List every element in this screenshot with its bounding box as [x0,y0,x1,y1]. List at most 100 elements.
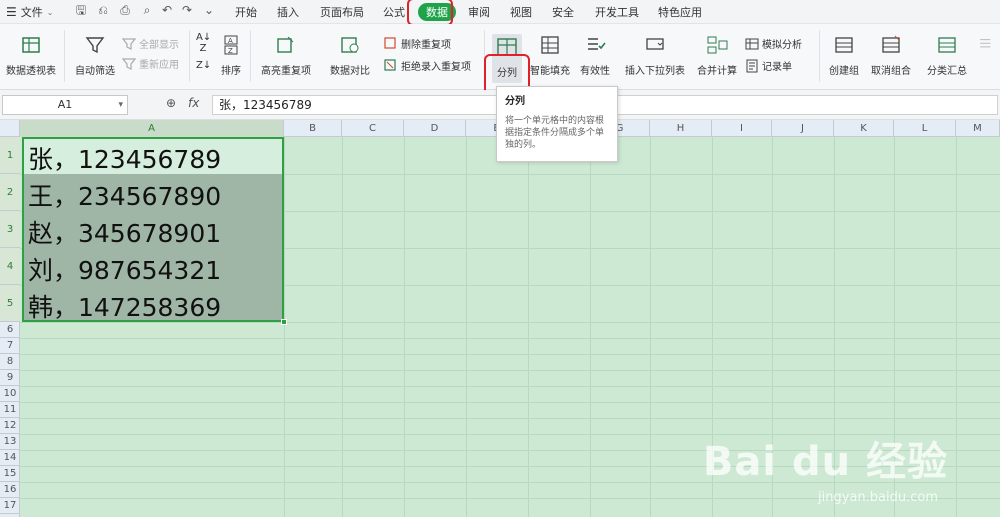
brush-icon[interactable]: ⎌ [96,3,110,17]
column-header-k[interactable]: K [834,120,894,137]
ribbon-separator [250,30,251,82]
menu-bar: ☰ 文件 ⌄ 🖫 ⎌ ⎙ ⌕ ↶ ↷ ⌄ 开始 插入 页面布局 公式 数据 审阅… [0,0,1000,24]
tab-data[interactable]: 数据 [418,3,456,21]
column-header-h[interactable]: H [650,120,712,137]
row-header[interactable]: 10 [0,386,20,402]
save-icon[interactable]: 🖫 [74,3,88,17]
fill-handle[interactable] [281,319,287,325]
name-box[interactable]: A1 ▾ [2,95,128,115]
cell-a5[interactable]: 韩，147258369 [28,288,221,324]
column-header-a[interactable]: A [20,120,284,137]
watermark-logo: Bai du 经验 [702,439,948,485]
row-header[interactable]: 11 [0,402,20,418]
tab-review[interactable]: 审阅 [468,4,490,20]
undo-icon[interactable]: ↶ [160,3,174,17]
row-header[interactable]: 1 [0,137,20,174]
tab-insert[interactable]: 插入 [277,4,299,20]
cell-a1[interactable]: 张，123456789 [28,140,221,176]
row-header[interactable]: 2 [0,174,20,211]
split-column-button[interactable]: 分列 [492,34,522,83]
row-header[interactable]: 4 [0,248,20,285]
gridline [20,354,1000,355]
sort-button[interactable]: AZ 排序 [216,34,246,77]
validity-button[interactable]: 有效性 [576,34,614,77]
tab-security[interactable]: 安全 [552,4,574,20]
highlight-duplicates-icon [277,36,294,53]
select-all-corner[interactable] [0,120,20,137]
column-header-i[interactable]: I [712,120,772,137]
row-header[interactable]: 15 [0,466,20,482]
pivot-table-icon [22,37,40,53]
gridline [404,137,405,517]
show-all-button[interactable]: 全部显示 [122,36,179,51]
reject-duplicates-icon [384,58,396,71]
tab-page-layout[interactable]: 页面布局 [320,4,364,20]
chevron-down-icon[interactable]: ▾ [118,96,123,114]
remove-duplicates-button[interactable]: 删除重复项 [384,36,451,51]
column-header-c[interactable]: C [342,120,404,137]
create-group-icon [835,37,853,53]
ribbon-separator [64,30,65,82]
merge-calculate-button[interactable]: 合并计算 [694,34,740,77]
smart-fill-icon [541,36,559,54]
print-icon[interactable]: ⎙ [118,3,132,17]
subtotal-button[interactable]: 分类汇总 [924,34,970,77]
reapply-button[interactable]: 重新应用 [122,56,179,71]
create-group-button[interactable]: 创建组 [826,34,862,77]
row-header[interactable]: 3 [0,211,20,248]
row-header[interactable]: 14 [0,450,20,466]
file-menu[interactable]: ☰ 文件 ⌄ [6,4,53,20]
gridline [20,370,1000,371]
data-compare-button[interactable]: 数据对比 [322,34,378,77]
tab-special[interactable]: 特色应用 [658,4,702,20]
tab-view[interactable]: 视图 [510,4,532,20]
more-tools-icon[interactable] [976,36,996,58]
record-form-icon [746,59,758,72]
row-header[interactable]: 13 [0,434,20,450]
row-header[interactable]: 6 [0,322,20,338]
tab-formula[interactable]: 公式 [383,4,405,20]
row-header[interactable]: 12 [0,418,20,434]
column-header-d[interactable]: D [404,120,466,137]
sort-ascending-button[interactable]: A↓ Z [196,32,211,54]
sort-descending-button[interactable]: Z↓ [196,60,211,71]
reject-duplicates-button[interactable]: 拒绝录入重复项 [384,58,471,73]
insert-dropdown-list-button[interactable]: 插入下拉列表 [622,34,688,77]
zoom-search-icon[interactable]: ⊕ [166,96,176,110]
validity-icon [588,38,606,50]
tab-developer[interactable]: 开发工具 [595,4,639,20]
gridline [20,338,1000,339]
row-header[interactable]: 5 [0,285,20,322]
cell-a4[interactable]: 刘，987654321 [28,251,221,287]
row-header[interactable]: 17 [0,498,20,514]
simulate-analysis-button[interactable]: 模拟分析 [745,36,802,51]
gridline [342,137,343,517]
column-header-m[interactable]: M [956,120,1000,137]
cell-reference: A1 [57,98,73,111]
column-header-l[interactable]: L [894,120,956,137]
svg-text:A: A [228,37,233,45]
fx-button[interactable]: fx [188,96,199,110]
autofilter-button[interactable]: 自动筛选 [72,34,118,77]
highlight-duplicates-button[interactable]: 高亮重复项 [255,34,317,77]
customize-icon[interactable]: ⌄ [202,3,216,17]
ungroup-button[interactable]: 取消组合 [866,34,916,77]
tab-home[interactable]: 开始 [235,4,257,20]
row-header[interactable]: 8 [0,354,20,370]
row-header[interactable]: 9 [0,370,20,386]
record-form-button[interactable]: 记录单 [745,58,792,73]
row-header[interactable]: 7 [0,338,20,354]
dropdown-list-icon [646,38,664,50]
redo-icon[interactable]: ↷ [180,3,194,17]
row-header[interactable]: 16 [0,482,20,498]
cell-a3[interactable]: 赵，345678901 [28,214,221,250]
smart-fill-button[interactable]: 智能填充 [530,34,570,77]
print-preview-icon[interactable]: ⌕ [140,3,154,17]
list-icon [980,39,991,48]
pivot-table-button[interactable]: 数据透视表 [4,34,58,77]
cell-a2[interactable]: 王，234567890 [28,177,221,213]
ribbon-separator [189,30,190,82]
column-header-j[interactable]: J [772,120,834,137]
column-header-b[interactable]: B [284,120,342,137]
tooltip-title: 分列 [505,96,525,107]
